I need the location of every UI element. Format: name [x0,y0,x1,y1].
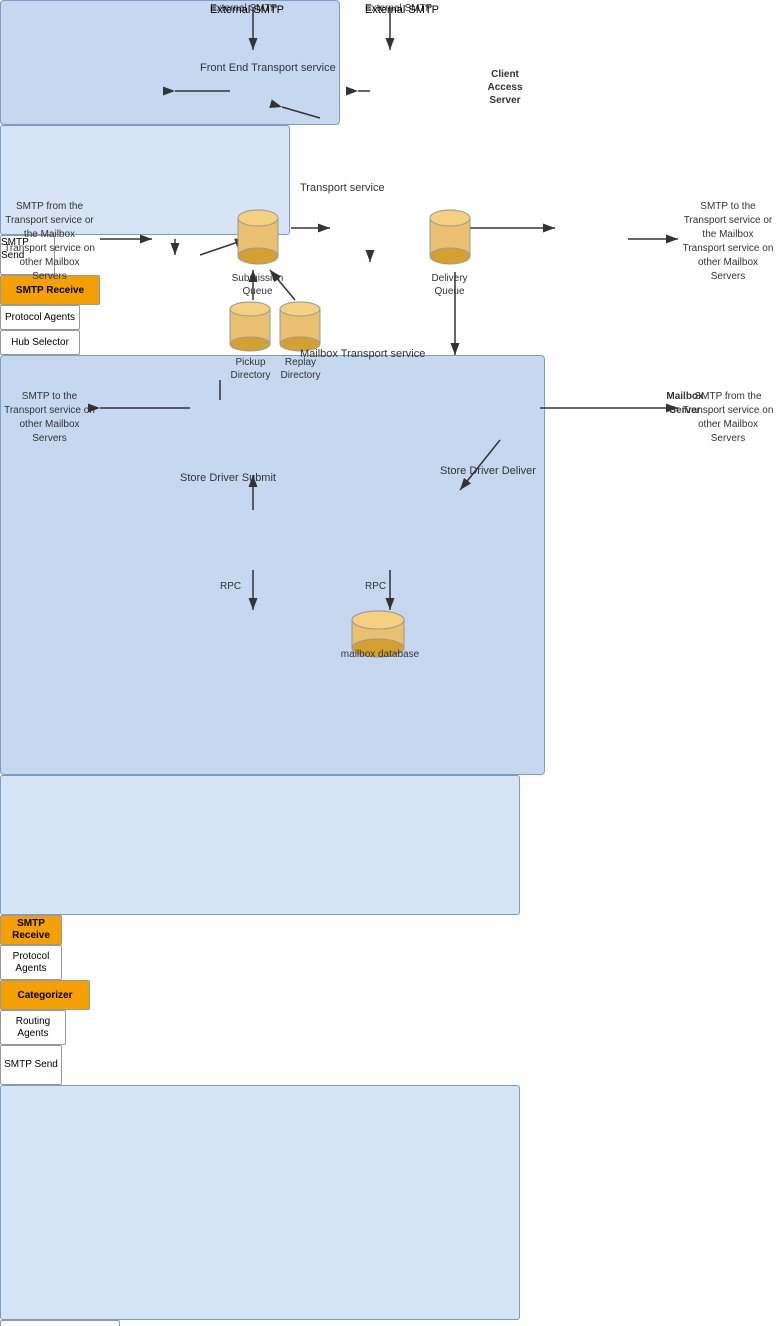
rpc-left-label: RPC [220,580,241,593]
rpc-right-label: RPC [365,580,386,593]
replay-directory-cylinder [278,300,322,355]
mailbox-database-label: mailbox database [320,648,440,661]
mb-transport-submission-box: Mailbox Transport Submission service [0,1320,120,1326]
mb-transport-submission-label: Mailbox Transport Submission service [1,1321,119,1326]
routing-agents-box: Routing Agents [0,1010,66,1045]
transport-service-label: Transport service [300,182,385,194]
store-driver-deliver-label: Store Driver Deliver [440,465,536,477]
client-access-server-label: Client Access Server [480,68,530,107]
smtp-receive-mid-label: SMTP Receive [1,918,61,942]
ext-smtp-right: External SMTP [365,4,439,16]
smtp-send-mid-box: SMTP Send [0,1045,62,1085]
routing-agents-label: Routing Agents [1,1016,65,1040]
categorizer-label: Categorizer [17,990,72,1001]
transport-service-box [0,775,520,915]
protocol-agents-top-label: Protocol Agents [5,312,75,323]
smtp-from-right-label: SMTP from the Transport service on other… [682,390,774,446]
protocol-agents-mid-box: Protocol Agents [0,945,62,980]
front-end-transport-label: Front End Transport service [200,62,336,74]
smtp-to-right-label: SMTP to the Transport service or the Mai… [682,200,774,284]
diagram: External SMTP External SMTP Client Acces… [0,0,778,663]
submission-queue-cylinder [236,208,280,268]
delivery-queue-cylinder [428,208,472,268]
protocol-agents-top-box: Protocol Agents [0,305,80,330]
hub-selector-top-label: Hub Selector [11,337,69,348]
protocol-agents-mid-label: Protocol Agents [1,951,61,975]
hub-selector-top-box: Hub Selector [0,330,80,355]
smtp-receive-top-label: SMTP Receive [16,285,84,296]
categorizer-box: Categorizer [0,980,90,1010]
ext-smtp-left: External SMTP [210,4,284,16]
submission-queue-label: Submission Queue [225,272,290,298]
smtp-send-mid-label: SMTP Send [4,1059,58,1071]
smtp-receive-mid-box: SMTP Receive [0,915,62,945]
delivery-queue-label: Delivery Queue [417,272,482,298]
smtp-from-left-label: SMTP from the Transport service or the M… [2,200,97,284]
mailbox-transport-label: Mailbox Transport service [300,348,425,360]
mailbox-transport-box [0,1085,520,1320]
smtp-to-left-label: SMTP to the Transport service on other M… [2,390,97,446]
store-driver-submit-label: Store Driver Submit [180,472,276,484]
pickup-directory-cylinder [228,300,272,355]
